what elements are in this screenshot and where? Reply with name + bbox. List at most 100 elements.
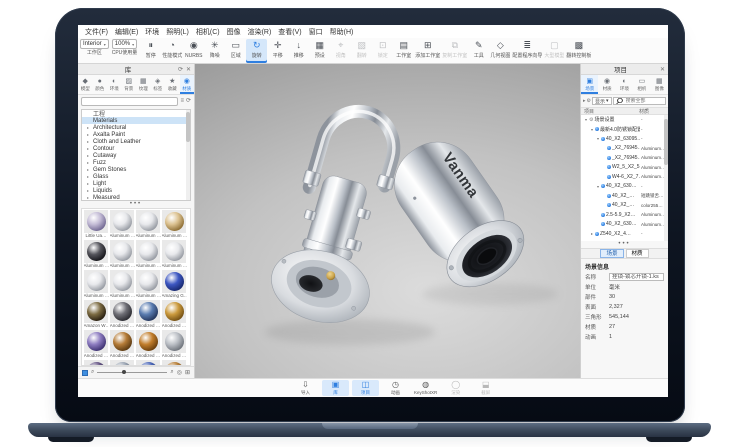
library-tab-收藏[interactable]: ★收藏 [165, 75, 180, 94]
material-item[interactable]: Anodized … [135, 330, 161, 359]
library-folder-row[interactable]: ▸Liquids [82, 187, 190, 194]
ribbon-button[interactable]: ▭区域 [225, 39, 246, 63]
subtab-场景[interactable]: 场景 [600, 249, 623, 258]
menu-item[interactable]: 查看(V) [278, 27, 301, 37]
project-tab-环境[interactable]: ◐环境 [616, 75, 633, 94]
ribbon-button[interactable]: ◇几何视图 [489, 39, 511, 63]
ribbon-select[interactable]: 100%▾ [112, 39, 137, 49]
material-item[interactable] [83, 360, 109, 366]
gear-icon[interactable]: ⚙ [587, 98, 591, 104]
scene-tree-row[interactable]: _X2_76945…Aluminum… [581, 144, 668, 154]
material-item[interactable]: Aluminum … [135, 210, 161, 239]
close-icon[interactable]: ✕ [660, 66, 665, 73]
material-item[interactable]: Amazing G… [161, 270, 187, 299]
library-folder-row[interactable]: ▸Contour [82, 145, 190, 152]
more-dots[interactable]: ••• [581, 241, 668, 248]
library-folder-row[interactable]: ▸Cutaway [82, 152, 190, 159]
scrollbar[interactable] [186, 110, 190, 200]
library-folder-row[interactable]: ▸Light [82, 180, 190, 187]
scene-tree-row[interactable]: 40_X2_630…Aluminum… [581, 220, 668, 230]
more-dots[interactable]: ••• [78, 201, 194, 208]
ribbon-button[interactable]: ≣配置程序向导 [511, 39, 543, 63]
project-tab-材质[interactable]: ◉材质 [598, 75, 615, 94]
list-icon[interactable]: ≡ [180, 97, 184, 106]
preview-icon[interactable]: ◎ [177, 369, 182, 376]
scene-tree-row[interactable]: 40_X2_…短跳锁舌… [581, 191, 668, 201]
library-folder-row[interactable]: 工程 [82, 110, 190, 117]
scene-tree-row[interactable]: 40_X2_…color255… [581, 201, 668, 211]
dock-button-库[interactable]: ▣库 [322, 380, 349, 396]
material-item[interactable]: Aluminum … [109, 270, 135, 299]
library-tab-环境[interactable]: ◐环境 [107, 75, 122, 94]
zoom-in-icon[interactable]: ⌕ [170, 369, 173, 376]
ribbon-button[interactable]: ↻旋转 [246, 39, 267, 63]
grid-view-icon[interactable]: ⊞ [185, 369, 190, 376]
material-item[interactable]: Aluminum … [109, 240, 135, 269]
material-item[interactable]: Aluminum … [135, 270, 161, 299]
ribbon-button[interactable]: ▩翻转控制板 [565, 39, 592, 63]
material-item[interactable]: Aluminum … [83, 270, 109, 299]
ribbon-select[interactable]: Interior▾ [80, 39, 109, 49]
scrollbar[interactable] [664, 115, 668, 241]
menu-item[interactable]: 环境 [145, 27, 159, 37]
material-item[interactable]: Aluminum … [161, 210, 187, 239]
ribbon-button[interactable]: ✳降噪 [204, 39, 225, 63]
menu-item[interactable]: 图像 [227, 27, 241, 37]
material-item[interactable]: Aluminum … [109, 210, 135, 239]
slider-thumb[interactable] [122, 370, 126, 374]
material-item[interactable]: Little Ua… [83, 210, 109, 239]
material-item[interactable]: Anodized … [109, 300, 135, 329]
scene-tree-row[interactable]: ▾⚙场景设置- [581, 115, 668, 125]
scene-tree-row[interactable]: ▸Z540_X2_4…- [581, 229, 668, 239]
scene-tree-row[interactable]: ▾40_X2_630…- [581, 182, 668, 192]
ribbon-button[interactable]: ⊞添加工作室 [414, 39, 441, 63]
material-item[interactable]: Aluminum … [135, 240, 161, 269]
ribbon-button[interactable]: ▦预设 [309, 39, 330, 63]
material-item[interactable]: Aluminum … [83, 240, 109, 269]
dock-button-项目[interactable]: ◫项目 [352, 380, 379, 396]
material-item[interactable] [135, 360, 161, 366]
expand-icon[interactable]: ▸ [583, 98, 586, 104]
menu-item[interactable]: 编辑(E) [115, 27, 138, 37]
scene-tree-row[interactable]: _X2_76945…Aluminum… [581, 153, 668, 163]
ribbon-button[interactable]: ✎工具 [468, 39, 489, 63]
scene-tree-row[interactable]: W4-6_X2_7…Aluminum… [581, 172, 668, 182]
material-item[interactable]: Anodized … [83, 330, 109, 359]
scene-search-input[interactable] [626, 98, 664, 104]
sync-icon[interactable]: ⟳ [186, 97, 191, 106]
refresh-icon[interactable]: ⟳ [178, 66, 183, 73]
material-item[interactable]: Anodized … [135, 300, 161, 329]
render-viewport[interactable]: Vanma [195, 64, 580, 378]
project-tab-相机[interactable]: ▭相机 [633, 75, 650, 94]
show-filter-select[interactable]: 显示 ▾ [592, 97, 612, 105]
library-search-input[interactable] [81, 97, 178, 106]
library-tab-模型[interactable]: ◆模型 [78, 75, 93, 94]
menu-item[interactable]: 相机(C) [196, 27, 220, 37]
scrollbar-thumb[interactable] [664, 119, 668, 165]
material-item[interactable]: Aluminum … [161, 240, 187, 269]
ribbon-button[interactable]: ▤工作室 [393, 39, 414, 63]
scene-tree-row[interactable]: W2_5_X2_5…Aluminum… [581, 163, 668, 173]
zoom-out-icon[interactable]: ⌕ [91, 369, 94, 376]
library-tab-背景[interactable]: ▨背景 [122, 75, 137, 94]
dock-button-动画[interactable]: ◷动画 [382, 380, 409, 396]
library-tab-标签[interactable]: ◈标签 [151, 75, 166, 94]
menu-item[interactable]: 照明(L) [166, 27, 189, 37]
material-item[interactable] [161, 360, 187, 366]
menu-item[interactable]: 文件(F) [85, 27, 108, 37]
close-icon[interactable]: ✕ [186, 66, 191, 73]
material-item[interactable] [109, 360, 135, 366]
project-tab-场景[interactable]: ▣场景 [581, 75, 598, 94]
library-folder-row[interactable]: ▸Measured [82, 194, 190, 201]
ribbon-button[interactable]: ◔性能模式 [161, 39, 183, 63]
thumbnail-size-slider[interactable] [97, 372, 167, 373]
ribbon-button[interactable]: ◉NURBS [183, 39, 204, 63]
ribbon-button[interactable]: ↓推移 [288, 39, 309, 63]
library-folder-row[interactable]: ▸Axalta Paint [82, 131, 190, 138]
library-tab-材质[interactable]: ◉材质 [180, 75, 195, 94]
material-item[interactable]: Amazon W… [83, 300, 109, 329]
scene-search-box[interactable]: ⌕ [613, 97, 666, 105]
menu-item[interactable]: 渲染(R) [248, 27, 272, 37]
dock-button-导入[interactable]: ⇩导入 [292, 380, 319, 396]
library-tab-纹理[interactable]: ▦纹理 [136, 75, 151, 94]
